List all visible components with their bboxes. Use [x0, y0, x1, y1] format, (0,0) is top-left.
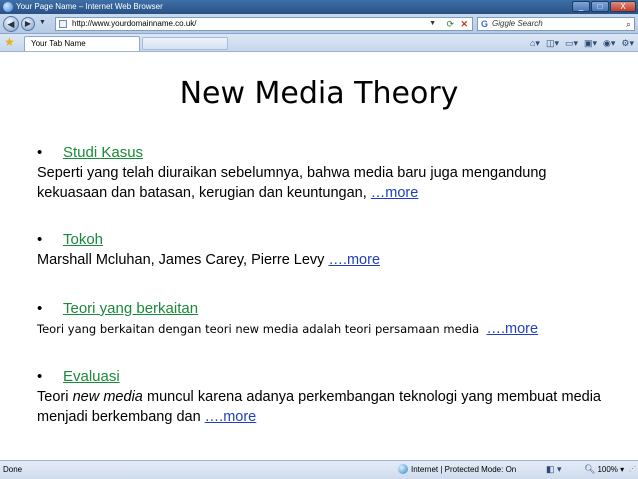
search-input[interactable]: G Giggle Search ⌕ [477, 17, 635, 31]
section-body-a: Teori [37, 389, 73, 405]
address-toolbar: ◀ ▶ ▼ http://www.yourdomainname.co.uk/ ▼… [0, 14, 638, 34]
page-title: New Media Theory [179, 76, 459, 111]
section-text: Teori yang berkaitan dengan teori new me… [37, 319, 601, 339]
address-dropdown-icon[interactable]: ▼ [429, 18, 436, 30]
status-bar: Done Internet | Protected Mode: On ◧ ▾ 🔍… [0, 460, 638, 479]
close-button[interactable]: X [610, 1, 636, 12]
bullet: • [37, 300, 43, 317]
zoom-level: 100% [597, 465, 618, 474]
section-text: Teori new media muncul karena adanya per… [37, 387, 601, 427]
help-icon[interactable]: ⚙▾ [621, 36, 634, 50]
section-body-italic: new media [72, 389, 143, 405]
more-link[interactable]: ….more [487, 321, 539, 337]
address-input[interactable]: http://www.yourdomainname.co.uk/ ▼ ⟳ ✕ [55, 17, 473, 31]
more-link[interactable]: ….more [205, 409, 257, 425]
zone-text: Internet | Protected Mode: On [411, 465, 517, 474]
minimize-button[interactable]: _ [572, 1, 590, 12]
section-text: Seperti yang telah diuraikan sebelumnya,… [37, 163, 601, 203]
page-icon [59, 20, 67, 28]
more-link[interactable]: ….more [328, 252, 380, 268]
search-placeholder: Giggle Search [492, 19, 543, 28]
bullet: • [37, 231, 43, 248]
section-tokoh: • Tokoh Marshall Mcluhan, James Carey, Pi… [37, 230, 601, 270]
feeds-icon[interactable]: ◫▾ [546, 36, 559, 50]
refresh-icon[interactable]: ⟳ [446, 18, 454, 30]
window-controls: _ □ X [572, 1, 636, 12]
favorites-star-icon[interactable]: ★ [4, 35, 15, 49]
globe-icon [398, 464, 408, 474]
section-studi-kasus: • Studi Kasus Seperti yang telah diuraika… [37, 143, 601, 203]
bullet: • [37, 144, 43, 161]
status-text: Done [3, 465, 23, 474]
home-icon[interactable]: ⌂▾ [530, 36, 540, 50]
section-text: Marshall Mcluhan, James Carey, Pierre Le… [37, 250, 601, 270]
section-heading: • Studi Kasus [37, 143, 601, 163]
new-tab-button[interactable] [142, 37, 228, 50]
section-heading: • Teori yang berkaitan [37, 299, 601, 319]
tab-active[interactable]: Your Tab Name [24, 36, 140, 51]
resize-grip-icon[interactable]: ⋰ [629, 461, 636, 478]
heading-link-evaluasi[interactable]: Evaluasi [63, 368, 120, 385]
browser-logo-icon [3, 2, 13, 12]
section-heading: • Tokoh [37, 230, 601, 250]
section-body: Marshall Mcluhan, James Carey, Pierre Le… [37, 252, 329, 268]
stop-icon[interactable]: ✕ [460, 18, 468, 30]
section-body: Teori yang berkaitan dengan teori new me… [37, 322, 483, 336]
url-text: http://www.yourdomainname.co.uk/ [72, 19, 197, 28]
section-body: Seperti yang telah diuraikan sebelumnya,… [37, 165, 547, 201]
back-button[interactable]: ◀ [3, 16, 19, 32]
popup-blocker-icon[interactable]: ◧ ▾ [546, 461, 562, 478]
tools-icon[interactable]: ◉▾ [603, 36, 615, 50]
more-link[interactable]: …more [371, 185, 419, 201]
section-teori: • Teori yang berkaitan Teori yang berkait… [37, 299, 601, 339]
history-dropdown-icon[interactable]: ▼ [39, 19, 46, 26]
heading-link-studi-kasus[interactable]: Studi Kasus [63, 144, 143, 161]
command-bar: ⌂▾ ◫▾ ▭▾ ▣▾ ◉▾ ⚙▾ [530, 36, 634, 50]
print-icon[interactable]: ▭▾ [565, 36, 578, 50]
zoom-icon: 🔍︎ [584, 464, 596, 474]
heading-link-teori[interactable]: Teori yang berkaitan [63, 300, 198, 317]
security-zone[interactable]: Internet | Protected Mode: On [398, 461, 516, 478]
forward-button[interactable]: ▶ [21, 17, 35, 31]
window-title: Your Page Name – Internet Web Browser [16, 2, 163, 11]
bullet: • [37, 368, 43, 385]
title-bar: Your Page Name – Internet Web Browser _ … [0, 0, 638, 14]
section-evaluasi: • Evaluasi Teori new media muncul karena … [37, 367, 601, 427]
zoom-control[interactable]: 🔍︎ 100% ▾ [584, 461, 624, 478]
page-content: New Media Theory • Studi Kasus Seperti ya… [0, 53, 638, 460]
page-menu-icon[interactable]: ▣▾ [584, 36, 597, 50]
tab-bar: ★ Your Tab Name ⌂▾ ◫▾ ▭▾ ▣▾ ◉▾ ⚙▾ [0, 34, 638, 52]
search-icon[interactable]: ⌕ [626, 18, 631, 30]
search-engine-icon: G [481, 19, 489, 29]
heading-link-tokoh[interactable]: Tokoh [63, 231, 103, 248]
section-heading: • Evaluasi [37, 367, 601, 387]
maximize-button[interactable]: □ [591, 1, 609, 12]
